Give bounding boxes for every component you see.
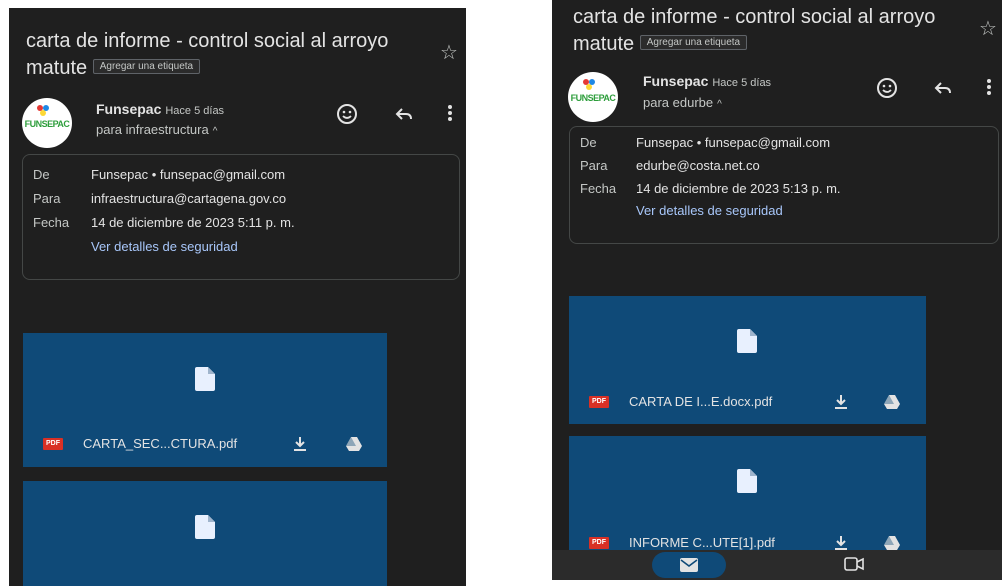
timestamp: Hace 5 días [165,105,225,117]
attachment-name: CARTA_SEC...CTURA.pdf [83,436,238,452]
from-value: Funsepac • funsepac@gmail.com [636,135,831,150]
date-label: Fecha [580,181,617,196]
date-value: 14 de diciembre de 2023 5:13 p. m. [636,181,841,196]
attachment-card[interactable]: PDF CARTA_SEC...CTURA.pdf [23,333,387,467]
to-value: infraestructura@cartagena.gov.co [91,191,287,206]
more-vert-icon[interactable] [986,77,992,103]
security-details-link[interactable]: Ver detalles de seguridad [636,203,783,218]
email-screen-right: carta de informe - control social al arr… [552,0,1002,580]
sender-name: Funsepac [643,73,709,89]
attachment-name: CARTA DE I...E.docx.pdf [629,394,773,410]
to-value: edurbe@costa.net.co [636,158,760,173]
nav-mail-tab[interactable] [652,552,726,578]
from-label: De [580,135,597,150]
sender-name: Funsepac [96,101,162,117]
add-label-chip[interactable]: Agregar una etiqueta [639,35,748,51]
emoji-reaction-icon[interactable] [876,77,898,105]
drive-icon[interactable] [883,393,901,411]
pdf-icon: PDF [589,536,609,549]
attachment-footer: PDF CARTA_SEC...CTURA.pdf [43,435,373,455]
star-icon[interactable]: ☆ [979,16,997,41]
subject-text: carta de informe - control social al arr… [26,30,389,79]
timestamp: Hace 5 días [712,77,772,89]
attachment-card[interactable]: PDF INFORME C...UTE[1].pdf [569,436,926,566]
email-subject: carta de informe - control social al arr… [26,28,426,82]
email-subject: carta de informe - control social al arr… [573,4,973,58]
from-label: De [33,167,50,182]
pdf-icon: PDF [589,395,609,408]
to-label: Para [33,191,61,206]
to-label: Para [580,158,608,173]
logo-mark-icon [37,105,49,116]
attachment-card[interactable]: PDF CARTA DE I...E.docx.pdf [569,296,926,424]
emoji-reaction-icon[interactable] [336,103,358,131]
file-icon [737,329,757,353]
date-row: Fecha 14 de diciembre de 2023 5:11 p. m. [33,215,295,230]
add-label-chip[interactable]: Agregar una etiqueta [92,59,201,75]
from-value: Funsepac • funsepac@gmail.com [91,167,286,182]
bottom-nav-bar [552,550,1002,580]
attachment-name: INFORME C...UTE[1].pdf [629,535,775,551]
date-row: Fecha 14 de diciembre de 2023 5:13 p. m. [580,181,841,196]
recipient-text: para edurbe [643,95,714,110]
chevron-up-icon: ^ [212,126,218,137]
more-vert-icon[interactable] [447,103,453,129]
sender[interactable]: Funsepac Hace 5 días [96,101,224,117]
email-screen-left: carta de informe - control social al arr… [9,8,466,586]
security-row: Ver detalles de seguridad [580,203,783,218]
attachment-footer: PDF CARTA DE I...E.docx.pdf [589,393,909,413]
logo-mark-icon [583,79,595,90]
from-row: De Funsepac • funsepac@gmail.com [33,167,285,182]
pdf-icon: PDF [43,437,63,450]
details-panel: De Funsepac • funsepac@gmail.com Para infr… [22,154,460,280]
avatar-logo-text: FUNSEPAC [570,93,616,103]
reply-icon[interactable] [393,103,415,131]
file-icon [195,367,215,391]
subject-text: carta de informe - control social al arr… [573,6,936,55]
security-details-link[interactable]: Ver detalles de seguridad [91,239,238,254]
from-row: De Funsepac • funsepac@gmail.com [580,135,830,150]
to-row: Para edurbe@costa.net.co [580,158,760,173]
star-icon[interactable]: ☆ [440,40,458,65]
to-row: Para infraestructura@cartagena.gov.co [33,191,286,206]
file-icon [737,469,757,493]
download-icon[interactable] [291,435,309,453]
avatar-logo-text: FUNSEPAC [24,119,70,129]
recipient-text: para infraestructura [96,122,209,137]
sender[interactable]: Funsepac Hace 5 días [643,73,771,89]
attachment-card[interactable] [23,481,387,586]
reply-icon[interactable] [932,77,954,105]
file-icon [195,515,215,539]
recipient-toggle[interactable]: para infraestructura ^ [96,122,217,137]
chevron-up-icon: ^ [717,99,722,110]
details-panel: De Funsepac • funsepac@gmail.com Para edur… [569,126,999,244]
avatar[interactable]: FUNSEPAC [22,98,72,148]
recipient-toggle[interactable]: para edurbe ^ [643,95,722,110]
mail-icon [680,558,698,572]
download-icon[interactable] [832,393,850,411]
date-value: 14 de diciembre de 2023 5:11 p. m. [91,215,295,230]
security-row: Ver detalles de seguridad [33,239,238,254]
date-label: Fecha [33,215,70,230]
avatar[interactable]: FUNSEPAC [568,72,618,122]
video-camera-icon[interactable] [844,557,864,571]
drive-icon[interactable] [345,435,363,453]
